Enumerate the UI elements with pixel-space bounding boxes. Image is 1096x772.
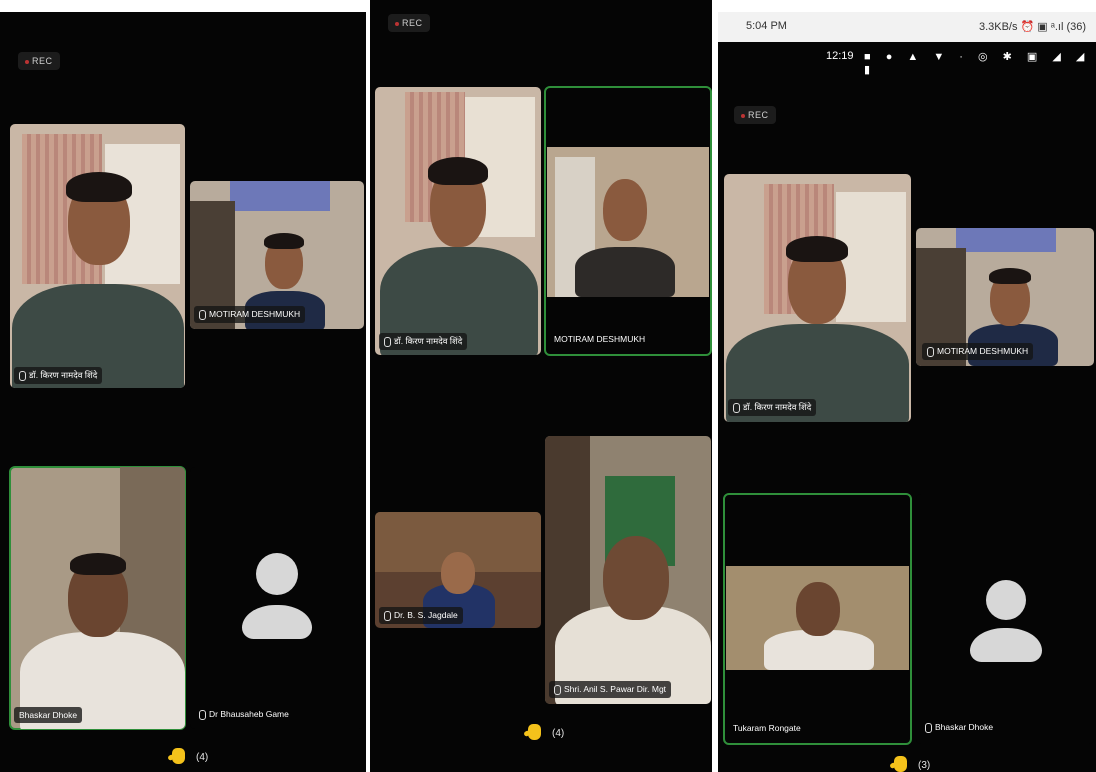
avatar-body-icon [970,628,1042,662]
video-tile-kiran-shinde[interactable]: डॉ. किरण नामदेव शिंदे [10,124,185,388]
participant-name-label: Tukaram Rongate [733,723,801,733]
person-hair [66,172,132,202]
participant-name-label: MOTIRAM DESHMUKH [922,343,1034,360]
rec-dot-icon [741,113,745,118]
mic-icon [925,723,932,733]
status-time: 5:04 PM [746,20,787,32]
avatar-tile-bhausaheb-game[interactable]: Dr Bhausaheb Game [190,467,364,729]
status-indicators: 3.3KB/s ⏰ ▣ ᵃ.ıl (36) [978,21,1086,33]
meeting-panel-3: 5:04 PM 3.3KB/s ⏰ ▣ ᵃ.ıl (36) 12:19 ■ ● … [718,12,1096,772]
avatar-head-icon [986,580,1026,620]
avatar-tile-bhaskar-dhoke[interactable]: Bhaskar Dhoke [916,494,1094,744]
system-icons: ■ ● ▲ ▼ · ◎ ✱ ▣ ◢ ◢ ▮ [864,51,1091,76]
participant-name-label: डॉ. किरण नामदेव शिंदे [728,399,817,416]
ceiling-light [230,181,330,211]
person-head [796,582,840,636]
video-tile-bs-jagdale[interactable]: Dr. B. S. Jagdale [375,512,541,628]
video-tile-motiram-deshmukh[interactable]: MOTIRAM DESHMUKH [544,86,712,356]
rec-dot-icon [25,59,29,64]
mic-icon [384,336,391,347]
rec-dot-icon [395,21,399,26]
person-hair [70,553,126,575]
mic-icon [19,370,26,381]
person-body [575,247,675,297]
raised-hand-icon[interactable] [894,756,907,772]
person-body [764,630,874,670]
participant-name-label: MOTIRAM DESHMUKH [554,334,646,344]
ceiling-light [956,228,1056,252]
avatar-head-icon [256,553,298,595]
video-tile-kiran-shinde[interactable]: डॉ. किरण नामदेव शिंदे [724,174,911,422]
raised-hand-count: (3) [918,760,931,771]
raised-hand-icon[interactable] [528,724,541,740]
mic-icon [199,310,206,320]
mic-icon [384,611,391,621]
person-head [603,179,647,241]
phone-status-bar: 5:04 PM 3.3KB/s ⏰ ▣ ᵃ.ıl (36) [718,12,1096,42]
rec-indicator: REC [388,14,430,32]
video-tile-tukaram-rongate[interactable]: Tukaram Rongate [723,493,912,745]
raised-hand-count: (4) [196,752,209,763]
system-time: 12:19 [826,50,854,62]
participant-name-label: डॉ. किरण नामदेव शिंदे [379,333,468,350]
video-tile-motiram-deshmukh[interactable]: MOTIRAM DESHMUKH [190,181,364,329]
rec-indicator: REC [18,52,60,70]
mic-icon [733,402,740,413]
participant-name-label: Shri. Anil S. Pawar Dir. Mgt [549,681,672,698]
participant-name-label: Dr Bhausaheb Game [194,706,294,723]
participant-name-label: Dr. B. S. Jagdale [379,607,463,624]
video-tile-anil-pawar[interactable]: Shri. Anil S. Pawar Dir. Mgt [545,436,711,704]
mic-icon [927,347,934,357]
person-hair [264,233,304,249]
video-tile-kiran-shinde[interactable]: डॉ. किरण नामदेव शिंदे [375,87,541,355]
raised-hand-icon[interactable] [172,748,185,764]
participant-name-label: MOTIRAM DESHMUKH [194,306,306,323]
raised-hand-count: (4) [552,728,565,739]
person-hair [989,268,1031,284]
participant-name-label: Bhaskar Dhoke [920,719,998,736]
participant-name-label: डॉ. किरण नामदेव शिंदे [14,367,103,384]
meeting-panel-2: REC डॉ. किरण नामदेव शिंदे MOTIRAM DESHMU… [370,0,712,772]
mic-icon [554,685,561,695]
video-tile-motiram-deshmukh[interactable]: MOTIRAM DESHMUKH [916,228,1094,366]
person-hair [428,157,488,185]
avatar-body-icon [242,605,312,639]
person-head [441,552,475,594]
person-head [603,536,669,620]
meeting-panel-1: REC डॉ. किरण नामदेव शिंदे MOTIRAM DESHMU… [0,12,366,772]
mic-icon [199,710,206,720]
video-tile-bhaskar-dhoke[interactable]: Bhaskar Dhoke [9,466,186,730]
person-hair [786,236,848,262]
rec-indicator: REC [734,106,776,124]
participant-name-label: Bhaskar Dhoke [14,707,83,723]
